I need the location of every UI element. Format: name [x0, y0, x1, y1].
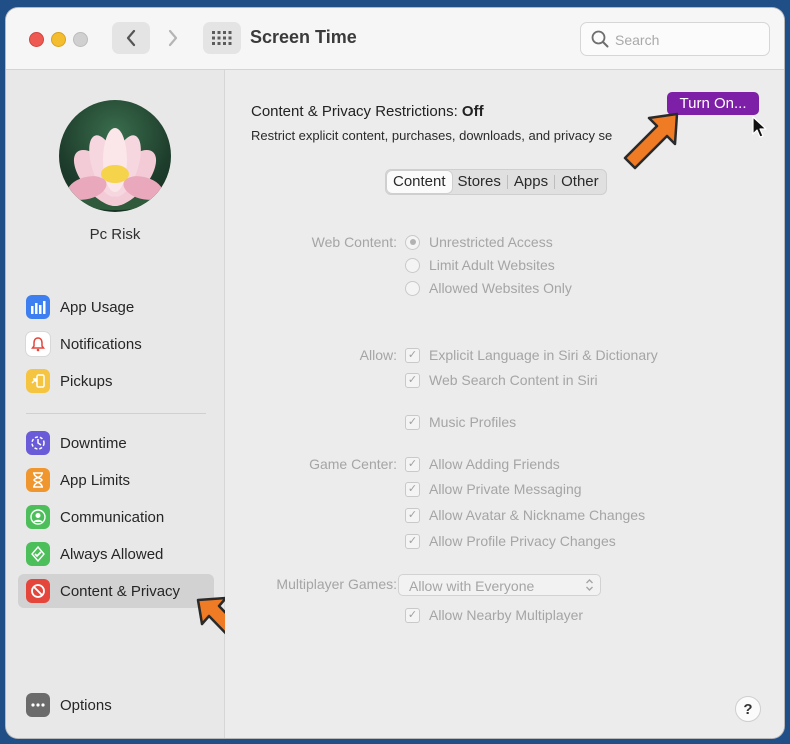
- ellipsis-icon: [26, 693, 50, 717]
- phone-arrow-icon: [26, 369, 50, 393]
- window-title: Screen Time: [250, 27, 357, 47]
- chevron-right-icon: [168, 29, 178, 47]
- lotus-photo-icon: [65, 128, 165, 210]
- game-center-checkbox-row[interactable]: ✓ Allow Profile Privacy Changes: [405, 533, 616, 549]
- search-icon: [591, 30, 609, 48]
- restrictions-heading: Content & Privacy Restrictions: Off: [251, 103, 484, 120]
- content-panel: Content & Privacy Restrictions: Off Rest…: [225, 70, 784, 738]
- settings-window: Screen Time Pc Risk A: [6, 8, 784, 738]
- sidebar-item-label: App Usage: [60, 298, 135, 316]
- minimize-window-button[interactable]: [51, 32, 66, 47]
- category-tabs: Content Stores Apps Other: [385, 169, 607, 195]
- checkbox[interactable]: ✓: [405, 481, 420, 497]
- title-bar: Screen Time: [6, 8, 784, 70]
- help-button[interactable]: ?: [735, 696, 761, 722]
- person-icon: [26, 505, 50, 529]
- checkbox-label: Allow Nearby Multiplayer: [429, 607, 584, 623]
- hourglass-icon: [26, 468, 50, 492]
- web-content-option[interactable]: Unrestricted Access: [405, 234, 553, 250]
- sidebar-item-app-usage[interactable]: App Usage: [18, 290, 214, 324]
- checkbox[interactable]: ✓: [405, 372, 420, 388]
- game-center-checkbox-row[interactable]: ✓ Allow Private Messaging: [405, 481, 582, 497]
- multiplayer-games-label: Multiplayer Games:: [276, 576, 397, 592]
- tab-stores[interactable]: Stores: [452, 171, 507, 193]
- search-field[interactable]: [580, 22, 770, 56]
- checkbox-label: Web Search Content in Siri: [429, 372, 598, 388]
- mouse-pointer-icon: [752, 116, 767, 138]
- multiplayer-games-popup[interactable]: Allow with Everyone: [398, 574, 601, 596]
- zoom-window-button[interactable]: [73, 32, 88, 47]
- radio-button[interactable]: [405, 234, 420, 250]
- back-button[interactable]: [112, 22, 150, 54]
- checkbox-label: Allow Profile Privacy Changes: [429, 533, 616, 549]
- chevron-left-icon: [126, 29, 136, 47]
- checkbox-label: Allow Adding Friends: [429, 456, 560, 472]
- checkbox[interactable]: ✓: [405, 533, 420, 549]
- popup-value: Allow with Everyone: [409, 578, 535, 594]
- radio-button[interactable]: [405, 257, 420, 273]
- checkbox-label: Music Profiles: [429, 414, 517, 430]
- close-window-button[interactable]: [29, 32, 44, 47]
- restrictions-label: Content & Privacy Restrictions:: [251, 103, 458, 120]
- moon-clock-icon: [26, 431, 50, 455]
- sidebar-item-label: Content & Privacy: [60, 582, 181, 600]
- allow-checkbox-row[interactable]: ✓ Explicit Language in Siri & Dictionary: [405, 347, 658, 363]
- tab-other[interactable]: Other: [555, 171, 605, 193]
- allow-label: Allow:: [359, 347, 397, 363]
- bell-icon: [26, 332, 50, 356]
- checkbox[interactable]: ✓: [405, 607, 420, 623]
- forward-button[interactable]: [154, 22, 192, 54]
- web-content-option[interactable]: Limit Adult Websites: [405, 257, 555, 273]
- allow-checkbox-row[interactable]: ✓ Web Search Content in Siri: [405, 372, 598, 388]
- sidebar-item-label: Pickups: [60, 372, 113, 390]
- game-center-checkbox-row[interactable]: ✓ Allow Avatar & Nickname Changes: [405, 507, 645, 523]
- checkbox[interactable]: ✓: [405, 507, 420, 523]
- nearby-multiplayer-checkbox-row[interactable]: ✓ Allow Nearby Multiplayer: [405, 607, 583, 623]
- web-content-option[interactable]: Allowed Websites Only: [405, 280, 572, 296]
- radio-button[interactable]: [405, 280, 420, 296]
- sidebar-item-pickups[interactable]: Pickups: [18, 364, 214, 398]
- sidebar-item-label: Downtime: [60, 434, 127, 452]
- web-content-label: Web Content:: [311, 234, 397, 250]
- sidebar: Pc Risk App Usage Notifications Pickups: [6, 70, 252, 738]
- bar-chart-icon: [26, 295, 50, 319]
- option-label: Limit Adult Websites: [429, 257, 555, 273]
- sidebar-item-downtime[interactable]: Downtime: [18, 426, 214, 460]
- checkbox[interactable]: ✓: [405, 414, 420, 430]
- search-input[interactable]: [613, 29, 765, 51]
- grid-icon: [212, 31, 232, 45]
- checkbox[interactable]: ✓: [405, 456, 420, 472]
- game-center-checkbox-row[interactable]: ✓ Allow Adding Friends: [405, 456, 560, 472]
- checkbox[interactable]: ✓: [405, 347, 420, 363]
- sidebar-item-always-allowed[interactable]: Always Allowed: [18, 537, 214, 571]
- allow-checkbox-row[interactable]: ✓ Music Profiles: [405, 414, 516, 430]
- checkbox-label: Allow Private Messaging: [429, 481, 582, 497]
- option-label: Unrestricted Access: [429, 234, 553, 250]
- sidebar-item-label: Notifications: [60, 335, 142, 353]
- sidebar-divider: [26, 413, 206, 414]
- sidebar-item-communication[interactable]: Communication: [18, 500, 214, 534]
- sidebar-item-label: Always Allowed: [60, 545, 164, 563]
- tab-apps[interactable]: Apps: [508, 171, 554, 193]
- avatar[interactable]: [59, 100, 171, 212]
- annotation-arrow-icon: [623, 112, 679, 170]
- tab-content[interactable]: Content: [387, 171, 452, 193]
- game-center-label: Game Center:: [309, 456, 397, 472]
- show-all-button[interactable]: [203, 22, 241, 54]
- sidebar-item-label: Communication: [60, 508, 165, 526]
- checkmark-shield-icon: [26, 542, 50, 566]
- restrictions-state: Off: [461, 103, 484, 120]
- checkbox-label: Allow Avatar & Nickname Changes: [429, 507, 646, 523]
- sidebar-item-content-privacy[interactable]: Content & Privacy: [18, 574, 214, 608]
- chevron-updown-icon: [586, 579, 593, 591]
- sidebar-item-notifications[interactable]: Notifications: [18, 327, 214, 361]
- checkbox-label: Explicit Language in Siri & Dictionary: [429, 347, 658, 363]
- sidebar-item-label: Options: [60, 696, 112, 714]
- option-label: Allowed Websites Only: [429, 280, 572, 296]
- no-entry-icon: [26, 579, 50, 603]
- user-name: Pc Risk: [89, 226, 141, 243]
- sidebar-item-label: App Limits: [60, 471, 131, 489]
- sidebar-item-options[interactable]: Options: [18, 688, 214, 722]
- sidebar-item-app-limits[interactable]: App Limits: [18, 463, 214, 497]
